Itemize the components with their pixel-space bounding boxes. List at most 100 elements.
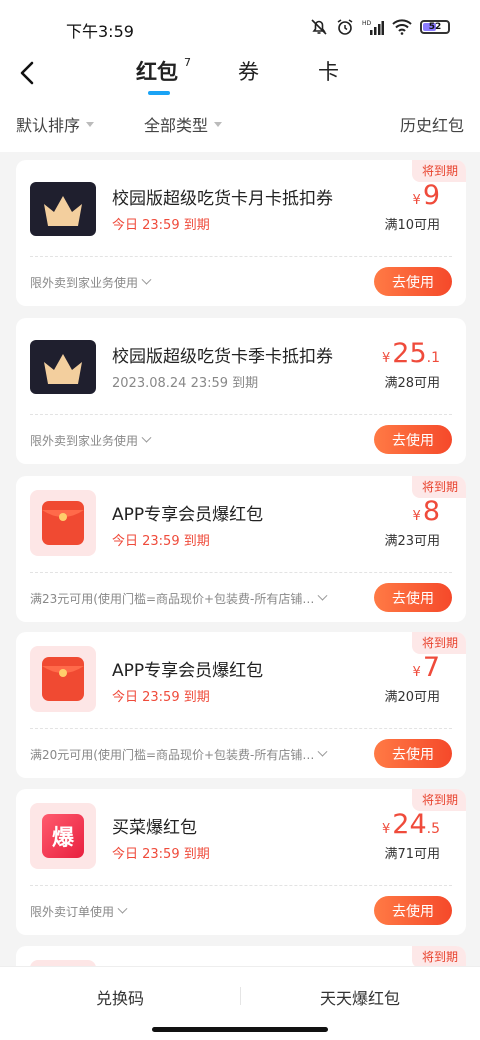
red-envelope-icon (30, 646, 96, 712)
bell-off-icon (311, 19, 327, 35)
currency-symbol: ¥ (382, 351, 391, 366)
battery-icon: 52 (420, 20, 450, 34)
currency-symbol: ¥ (412, 193, 421, 208)
coupon-expiry: 今日 23:59 到期 (112, 847, 210, 862)
chevron-down-icon (117, 903, 128, 914)
caret-down-icon (86, 121, 95, 127)
tab-red-packets-label: 红包 (136, 60, 178, 84)
chevron-down-icon (317, 590, 328, 601)
type-dropdown-label: 全部类型 (144, 116, 209, 135)
coupon-card[interactable]: 将到期 校园版超级吃货卡月卡抵扣券 今日 23:59 到期 ¥9 满10可用 限… (16, 160, 466, 306)
status-icons: HD 52 (310, 18, 450, 36)
coupon-amount: ¥25.1 (330, 338, 440, 369)
tab-cards[interactable]: 卡 (318, 56, 358, 86)
coupon-title: APP专享会员爆红包 (112, 505, 264, 525)
amount-integer: 25 (392, 338, 427, 369)
status-time: 下午3:59 (66, 22, 134, 41)
expiring-tag: 将到期 (411, 789, 466, 811)
coupon-expiry: 今日 23:59 到期 (112, 690, 210, 705)
coupon-amount: ¥24.5 (330, 809, 440, 840)
coupon-title: 校园版超级吃货卡季卡抵扣券 (112, 347, 333, 367)
coupon-card[interactable]: 校园版超级吃货卡季卡抵扣券 2023.08.24 23:59 到期 ¥25.1 … (16, 318, 466, 464)
tab-red-packets-badge: 7 (184, 56, 191, 69)
tab-coupons[interactable]: 券 (238, 56, 318, 86)
expiring-tag: 将到期 (411, 632, 466, 654)
sort-dropdown[interactable]: 默认排序 (16, 112, 95, 136)
usage-scope-text: 满23元可用(使用门槛=商品现价+包装费-所有店铺… (30, 592, 315, 606)
usage-scope-text: 限外卖到家业务使用 (30, 434, 139, 448)
coupon-condition: 满23可用 (384, 534, 440, 549)
svg-text:HD: HD (362, 20, 372, 27)
top-navigation: 红包 7 券 卡 (0, 52, 480, 98)
currency-symbol: ¥ (382, 822, 391, 837)
tab-red-packets[interactable]: 红包 7 (136, 56, 238, 95)
chevron-down-icon (317, 746, 328, 757)
coupon-condition: 满20可用 (384, 690, 440, 705)
coupon-amount: ¥8 (330, 496, 440, 527)
caret-down-icon (214, 121, 223, 127)
signal-icon: HD (362, 20, 384, 35)
coupon-amount: ¥9 (330, 180, 440, 211)
amount-integer: 24 (392, 809, 427, 840)
coupon-title: 校园版超级吃货卡月卡抵扣券 (112, 189, 333, 209)
dashed-divider (30, 885, 452, 886)
bottom-bar: 兑换码 天天爆红包 (0, 966, 480, 1040)
bottom-divider (240, 987, 241, 1005)
daily-red-packet-button[interactable]: 天天爆红包 (320, 985, 400, 1009)
tab-active-indicator (148, 91, 170, 95)
sort-dropdown-label: 默认排序 (16, 116, 81, 135)
red-envelope-icon (30, 490, 96, 556)
usage-scope-text: 限外卖订单使用 (30, 905, 115, 919)
usage-scope-toggle[interactable]: 限外卖到家业务使用 (30, 432, 360, 449)
coupon-title: APP专享会员爆红包 (112, 661, 264, 681)
amount-integer: 7 (422, 652, 440, 683)
use-button[interactable]: 去使用 (374, 739, 452, 768)
crown-icon (30, 340, 96, 394)
filter-bar: 默认排序 全部类型 历史红包 (0, 112, 480, 138)
usage-scope-toggle[interactable]: 限外卖订单使用 (30, 903, 360, 920)
coupon-expiry: 今日 23:59 到期 (112, 218, 210, 233)
wifi-icon (392, 19, 412, 35)
amount-decimal: .5 (426, 821, 440, 837)
dashed-divider (30, 572, 452, 573)
back-arrow-icon[interactable] (16, 58, 40, 88)
chevron-down-icon (141, 274, 152, 285)
dashed-divider (30, 728, 452, 729)
coupon-card[interactable]: 将到期 APP专享会员爆红包 今日 23:59 到期 ¥8 满23可用 满23元… (16, 476, 466, 622)
amount-decimal: .1 (426, 350, 440, 366)
currency-symbol: ¥ (412, 665, 421, 680)
coupon-condition: 满28可用 (384, 376, 440, 391)
bao-icon-text: 爆 (51, 826, 74, 851)
bao-icon: 爆 (30, 803, 96, 869)
use-button[interactable]: 去使用 (374, 267, 452, 296)
coupon-card[interactable]: 将到期 APP专享会员爆红包 今日 23:59 到期 ¥7 满20可用 满20元… (16, 632, 466, 778)
coupon-title: 买菜爆红包 (112, 818, 197, 838)
usage-scope-toggle[interactable]: 满20元可用(使用门槛=商品现价+包装费-所有店铺… (30, 746, 360, 763)
history-link[interactable]: 历史红包 (400, 112, 464, 136)
usage-scope-toggle[interactable]: 满23元可用(使用门槛=商品现价+包装费-所有店铺… (30, 590, 360, 607)
tab-cards-label: 卡 (318, 60, 339, 84)
expiring-tag: 将到期 (411, 946, 466, 968)
currency-symbol: ¥ (412, 509, 421, 524)
coupon-expiry: 2023.08.24 23:59 到期 (112, 376, 259, 391)
use-button[interactable]: 去使用 (374, 896, 452, 925)
amount-integer: 8 (422, 496, 440, 527)
coupon-expiry: 今日 23:59 到期 (112, 534, 210, 549)
crown-icon (30, 182, 96, 236)
home-indicator (152, 1027, 328, 1032)
usage-scope-text: 满20元可用(使用门槛=商品现价+包装费-所有店铺… (30, 748, 315, 762)
tab-coupons-label: 券 (238, 60, 259, 84)
type-dropdown[interactable]: 全部类型 (144, 112, 223, 136)
redeem-code-button[interactable]: 兑换码 (96, 985, 144, 1009)
coupon-amount: ¥7 (330, 652, 440, 683)
tab-bar: 红包 7 券 卡 (136, 56, 358, 95)
use-button[interactable]: 去使用 (374, 425, 452, 454)
alarm-icon (337, 19, 353, 35)
usage-scope-toggle[interactable]: 限外卖到家业务使用 (30, 274, 360, 291)
battery-level: 52 (428, 22, 442, 32)
use-button[interactable]: 去使用 (374, 583, 452, 612)
expiring-tag: 将到期 (411, 476, 466, 498)
amount-integer: 9 (422, 180, 440, 211)
usage-scope-text: 限外卖到家业务使用 (30, 276, 139, 290)
coupon-card[interactable]: 将到期 爆 买菜爆红包 今日 23:59 到期 ¥24.5 满71可用 限外卖订… (16, 789, 466, 935)
